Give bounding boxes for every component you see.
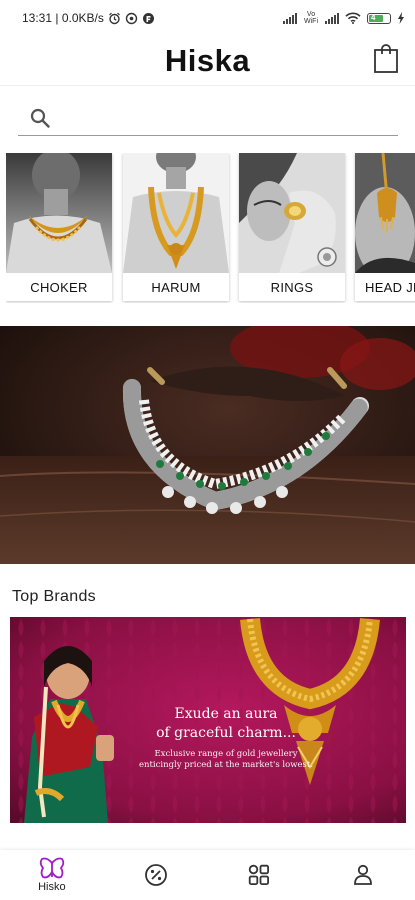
choker-image (6, 153, 112, 273)
necklace-banner-image (0, 326, 415, 564)
user-icon (354, 864, 373, 885)
app-header: Hiska (0, 36, 415, 86)
head-jewellery-image (355, 153, 415, 273)
search-icon (30, 108, 50, 128)
rings-image (239, 153, 345, 273)
app-title: Hiska (164, 42, 251, 78)
category-label: CHOKER (30, 279, 88, 295)
brand-headline-1: Exude an aura (174, 706, 278, 722)
category-label: RINGS (270, 279, 314, 295)
brand-headline-2: of graceful charm... (156, 725, 296, 741)
app-notification-icon (142, 12, 154, 24)
nav-categories[interactable] (208, 850, 312, 900)
signal-icon-2 (325, 12, 339, 24)
signal-icon-1 (283, 12, 297, 24)
search-bar[interactable] (18, 100, 398, 136)
wifi-icon (345, 12, 361, 24)
harum-image (123, 153, 229, 273)
status-bar: 13:31 | 0.0KB/s Vo WiFi 4 (0, 0, 415, 36)
whatsapp-icon (125, 12, 138, 24)
top-brands-title: Top Brands (12, 588, 96, 605)
bottom-navigation: Hisko (0, 850, 415, 900)
category-card-harum[interactable]: HARUM (123, 153, 229, 301)
battery-icon: 4 (367, 12, 391, 24)
category-card-choker[interactable]: CHOKER (6, 153, 112, 301)
nav-label-home: Hisko (38, 881, 66, 893)
brand-subtext-2: enticingly priced at the market's lowest… (138, 760, 314, 770)
top-brand-banner[interactable]: Exude an aura of graceful charm... Exclu… (10, 617, 406, 823)
category-label: HEAD JEWELLERY (365, 279, 415, 295)
shopping-bag-button[interactable] (373, 44, 399, 74)
grid-icon (249, 864, 270, 885)
percent-icon (144, 864, 167, 886)
category-card-rings[interactable]: RINGS (239, 153, 345, 301)
alarm-icon (108, 12, 120, 24)
brand-banner-text: Exude an aura of graceful charm... Exclu… (132, 705, 320, 771)
nav-home[interactable]: Hisko (0, 850, 104, 900)
status-time: 13:31 | 0.0KB/s (22, 11, 104, 25)
battery-level: 4 (371, 12, 376, 22)
search-input[interactable] (58, 102, 378, 133)
nav-offers[interactable] (104, 850, 208, 900)
charging-icon (398, 12, 404, 24)
butterfly-icon (39, 857, 65, 879)
hero-banner[interactable] (0, 326, 415, 564)
category-label: HARUM (151, 279, 201, 295)
nav-profile[interactable] (311, 850, 415, 900)
category-card-head-jewellery[interactable]: HEAD JEWELLERY (355, 153, 415, 301)
category-carousel[interactable]: CHOKER HARUM RINGS HEAD J (6, 153, 415, 303)
brand-subtext-1: Exclusive range of gold jewellery (154, 749, 298, 759)
shopping-bag-icon (374, 44, 398, 73)
volte-indicator: Vo WiFi (304, 11, 318, 25)
